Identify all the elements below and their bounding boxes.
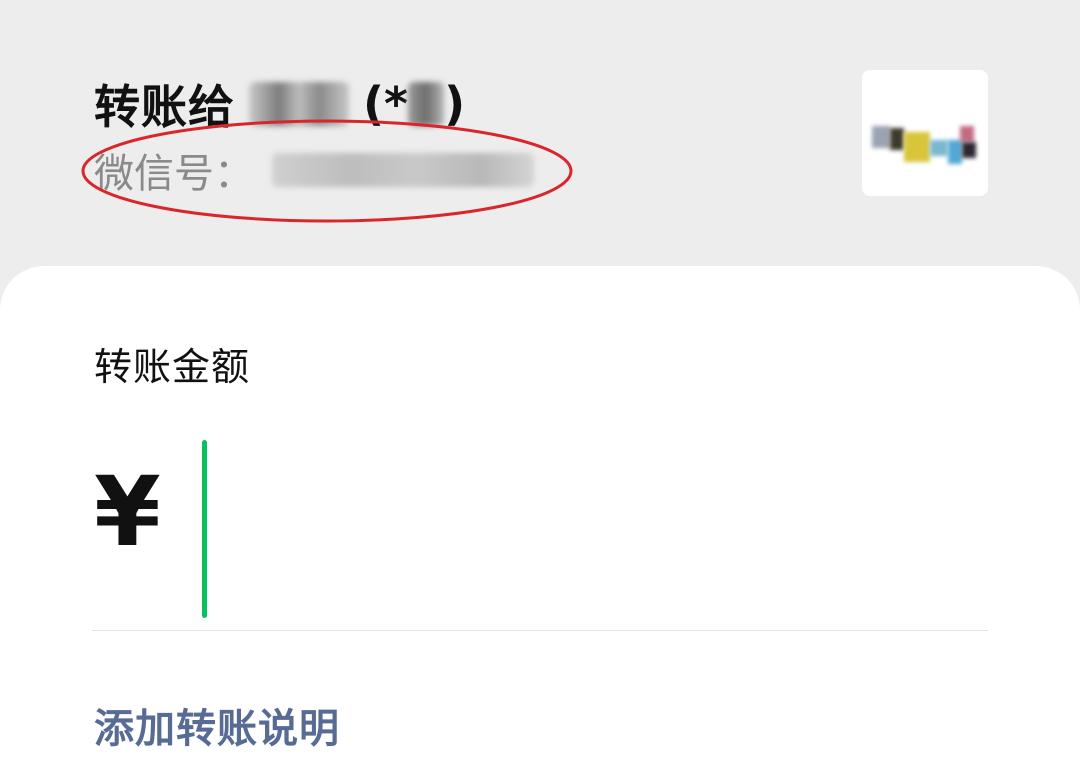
transfer-header: 转账给 (* ) 微信号： [0,0,1080,266]
transfer-page: 转账给 (* ) 微信号： 转账金额 ¥ 添加转账说明 [0,0,1080,780]
wechat-id-blurred [272,153,534,187]
avatar-pixel [904,132,930,162]
recipient-nickname-close: ) [444,77,466,131]
transfer-card: 转账金额 ¥ 添加转账说明 [0,266,1080,780]
avatar-pixel [960,126,974,142]
wechat-id-label: 微信号： [94,151,254,197]
text-cursor [202,440,207,618]
recipient-avatar[interactable] [862,70,988,196]
amount-title: 转账金额 [94,345,251,389]
wechat-id-line: 微信号： [94,140,534,200]
avatar-image [872,126,890,148]
recipient-name-blurred [249,82,349,126]
amount-divider [92,630,988,631]
currency-symbol: ¥ [94,456,161,568]
add-transfer-note-link[interactable]: 添加转账说明 [94,696,340,754]
avatar-pixel [930,140,948,156]
recipient-nickname-open: (* [363,77,409,131]
avatar-pixel [962,142,976,158]
avatar-pixel [948,140,962,164]
amount-input[interactable] [214,440,988,620]
recipient-prefix: 转账给 [94,80,235,134]
avatar-pixel [890,128,904,150]
recipient-nickname-blurred [408,82,445,126]
recipient-line: 转账给 (* ) [94,72,465,136]
